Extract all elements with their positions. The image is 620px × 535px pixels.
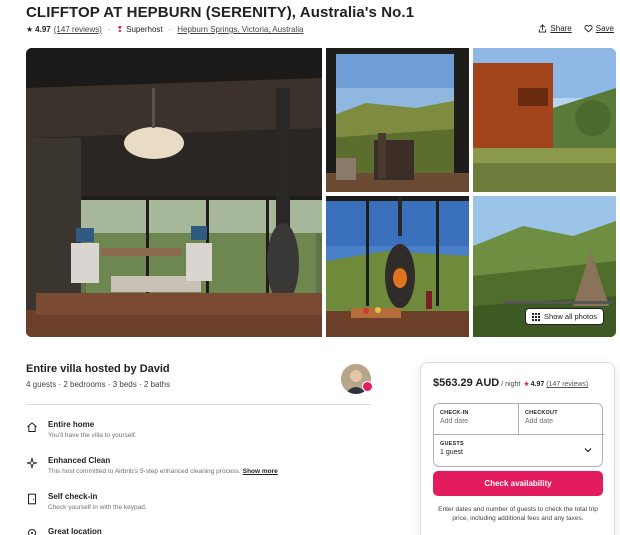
guests-label: GUESTS [440,441,464,447]
checkin-field[interactable]: CHECK-IN Add date [434,404,519,435]
feature-desc: This host committed to Airbnb's 5-step e… [48,468,278,475]
star-icon: ★ [523,381,530,388]
star-icon: ★ [26,25,34,34]
sparkle-icon [26,457,38,469]
host-heading: Entire villa hosted by David [26,363,170,375]
guests-value: 1 guest [440,449,463,456]
superhost-medal-icon: ❢ [116,25,124,34]
feature-entire-home: Entire home You'll have the villa to you… [26,420,136,439]
photo-exterior[interactable] [473,48,616,192]
feature-desc: Check yourself in with the keypad. [48,504,147,511]
listing-summary: 4 guests · 2 bedrooms · 3 beds · 2 baths [26,380,171,389]
listing-title: CLIFFTOP AT HEPBURN (SERENITY), Australi… [26,4,415,21]
save-label: Save [595,24,614,33]
rating-value: 4.97 [35,25,51,34]
checkout-field[interactable]: CHECKOUT Add date [519,404,604,435]
checkin-value: Add date [440,418,469,425]
booking-reviews-link[interactable]: (147 reviews) [546,381,588,388]
share-icon [539,24,547,33]
reviews-link[interactable]: (147 reviews) [54,25,102,34]
checkout-label: CHECKOUT [525,410,558,416]
separator-dot: · [107,25,111,34]
share-label: Share [550,24,572,33]
superhost-label: Superhost [126,25,163,34]
feature-title: Great location [48,527,102,535]
price-row: $563.29 AUD / night ★ 4.97 (147 reviews) [433,377,588,389]
check-availability-button[interactable]: Check availability [433,471,603,496]
booking-rating: 4.97 [530,381,545,388]
feature-title: Self check-in [48,492,98,501]
feature-great-location: Great location [26,527,102,535]
location-link[interactable]: Hepburn Springs, Victoria, Australia [177,25,303,34]
photo-fireplace[interactable] [326,196,469,337]
checkout-value: Add date [525,418,554,425]
feature-desc-text: This host committed to Airbnb's 5-step e… [48,468,241,475]
pricing-note: Enter dates and number of guests to chec… [438,506,598,522]
photo-armchair-view[interactable] [326,48,469,192]
superhost-badge-icon [362,381,373,392]
photo-living-room[interactable] [26,48,322,337]
location-pin-icon [28,529,36,535]
home-icon [27,422,37,432]
per-night-label: / night [501,381,521,388]
save-button[interactable]: Save [584,24,614,33]
nightly-price: $563.29 AUD [433,377,500,389]
guests-select[interactable]: GUESTS 1 guest [434,435,604,468]
separator-dot: · [168,25,172,34]
show-more-link[interactable]: Show more [243,468,278,475]
door-icon [28,493,36,505]
photo-gallery: Show all photos [26,48,616,337]
show-all-photos-button[interactable]: Show all photos [525,308,604,325]
section-divider [26,404,371,405]
feature-desc: You'll have the villa to yourself. [48,432,137,439]
feature-enhanced-clean: Enhanced Clean This host committed to Ai… [26,456,278,475]
feature-title: Entire home [48,420,95,429]
chevron-down-icon [584,448,592,453]
photo-valley-view[interactable]: Show all photos [473,196,616,337]
date-guest-picker: CHECK-IN Add date CHECKOUT Add date GUES… [433,403,604,468]
listing-actions: Share Save [538,24,614,33]
checkin-label: CHECK-IN [440,410,469,416]
booking-card: $563.29 AUD / night ★ 4.97 (147 reviews)… [420,362,615,535]
grid-icon [532,312,541,321]
share-button[interactable]: Share [538,24,572,33]
show-all-label: Show all photos [544,312,597,321]
listing-meta: ★ 4.97 (147 reviews) · ❢ Superhost · Hep… [26,25,303,34]
feature-self-checkin: Self check-in Check yourself in with the… [26,492,147,511]
heart-icon [584,25,593,33]
feature-title: Enhanced Clean [48,456,111,465]
